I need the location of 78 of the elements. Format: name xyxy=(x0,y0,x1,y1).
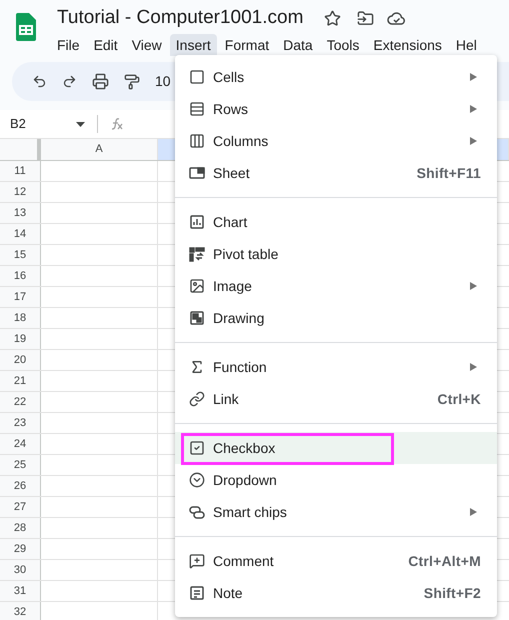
menu-item[interactable]: Comment Ctrl+Alt+M xyxy=(175,545,497,577)
row-header[interactable]: 30 xyxy=(0,560,41,580)
sheet-icon xyxy=(189,165,205,181)
chips-icon xyxy=(189,504,205,520)
row-header[interactable]: 20 xyxy=(0,350,41,370)
menu-item[interactable]: Dropdown xyxy=(175,464,497,496)
shortcut: Shift+F2 xyxy=(424,584,481,602)
row-header[interactable]: 25 xyxy=(0,455,41,475)
menu-bar-item[interactable]: Edit xyxy=(88,34,124,56)
undo-icon[interactable] xyxy=(32,74,47,89)
drawing-icon xyxy=(189,310,205,326)
row-header[interactable]: 12 xyxy=(0,182,41,202)
checkbox-icon xyxy=(189,440,205,456)
cloud-check-icon[interactable] xyxy=(387,10,406,26)
menu-bar-item[interactable]: Insert xyxy=(170,34,217,56)
shortcut: Shift+F11 xyxy=(416,164,481,182)
row-header[interactable]: 17 xyxy=(0,287,41,307)
menu-item[interactable]: Chart xyxy=(175,206,497,238)
comment-icon xyxy=(189,553,205,569)
menu-bar-item[interactable]: Format xyxy=(218,34,276,56)
row-header[interactable]: 22 xyxy=(0,392,41,412)
menu-item[interactable]: Sheet Shift+F11 xyxy=(175,157,497,189)
row-header[interactable]: 23 xyxy=(0,413,41,433)
shortcut: Ctrl+Alt+M xyxy=(408,552,481,570)
note-icon xyxy=(189,585,205,601)
link-icon xyxy=(189,391,205,407)
menu-item[interactable]: Checkbox xyxy=(175,432,497,464)
document-title[interactable]: Tutorial - Computer1001.com xyxy=(57,4,304,32)
row-header[interactable]: 13 xyxy=(0,203,41,223)
row-header[interactable]: 21 xyxy=(0,371,41,391)
menu-item[interactable]: Smart chips xyxy=(175,496,497,528)
menu-bar-item[interactable]: Tools xyxy=(320,34,366,56)
menu-bar-item[interactable]: Hel xyxy=(450,34,483,56)
row-header[interactable]: 26 xyxy=(0,476,41,496)
menu-item[interactable]: Note Shift+F2 xyxy=(175,577,497,609)
square-icon xyxy=(189,69,205,85)
menu-item[interactable]: Drawing xyxy=(175,302,497,334)
sheets-logo xyxy=(16,13,36,41)
row-header[interactable]: 32 xyxy=(0,602,41,620)
row-header[interactable]: 15 xyxy=(0,245,41,265)
row-header[interactable]: 24 xyxy=(0,434,41,454)
paint-format-icon[interactable] xyxy=(124,74,140,90)
row-header[interactable]: 27 xyxy=(0,497,41,517)
dropdown-icon xyxy=(189,472,205,488)
fx-icon xyxy=(110,117,124,131)
row-header[interactable]: 31 xyxy=(0,581,41,601)
star-icon[interactable] xyxy=(324,10,342,26)
row-header[interactable]: 14 xyxy=(0,224,41,244)
rows-icon xyxy=(189,101,205,117)
menu-item[interactable]: Function xyxy=(175,351,497,383)
menu-bar-item[interactable]: Data xyxy=(277,34,319,56)
image-icon xyxy=(189,278,205,294)
zoom-value[interactable]: 10 xyxy=(155,71,171,92)
row-header[interactable]: 29 xyxy=(0,539,41,559)
row-header[interactable]: 19 xyxy=(0,329,41,349)
bar-chart-icon xyxy=(189,214,205,230)
menu-bar-item[interactable]: View xyxy=(126,34,168,56)
menu-item[interactable]: Pivot table xyxy=(175,238,497,270)
menu-item[interactable]: Image xyxy=(175,270,497,302)
menu-item[interactable]: Link Ctrl+K xyxy=(175,383,497,415)
menu-bar-item[interactable]: File xyxy=(51,34,86,56)
column-header[interactable]: A xyxy=(41,139,158,160)
row-header[interactable]: 16 xyxy=(0,266,41,286)
menu-bar-item[interactable]: Extensions xyxy=(367,34,448,56)
row-header[interactable]: 11 xyxy=(0,161,41,181)
folder-icon[interactable] xyxy=(357,10,374,26)
cell-reference[interactable]: B2 xyxy=(10,114,76,134)
shortcut: Ctrl+K xyxy=(437,390,481,408)
print-icon[interactable] xyxy=(92,73,109,90)
row-header[interactable]: 18 xyxy=(0,308,41,328)
row-header[interactable]: 28 xyxy=(0,518,41,538)
dropdown-caret-icon[interactable] xyxy=(76,122,85,126)
pivot-table-icon xyxy=(189,246,205,262)
menu-item[interactable]: Rows xyxy=(175,93,497,125)
columns-icon xyxy=(189,133,205,149)
menu-item[interactable]: Cells xyxy=(175,61,497,93)
redo-icon[interactable] xyxy=(62,74,77,89)
menu-item[interactable]: Columns xyxy=(175,125,497,157)
